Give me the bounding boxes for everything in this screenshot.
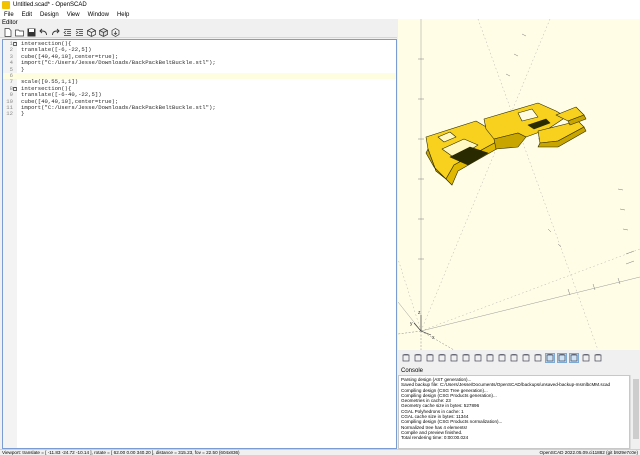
console-scrollbar-thumb[interactable] (633, 379, 639, 439)
console-scrollbar[interactable] (630, 375, 640, 449)
title-bar: Untitled.scad* - OpenSCAD (0, 0, 640, 10)
view-reset-icon[interactable] (413, 353, 423, 363)
axis-label-z: z (418, 310, 421, 316)
show-scale-icon[interactable] (581, 353, 591, 363)
menu-design[interactable]: Design (40, 12, 59, 18)
render-icon[interactable] (99, 27, 108, 37)
openscad-app-icon (2, 1, 10, 9)
console-line: Saved backup file: C:/Users/Jesse/Docume… (401, 382, 611, 388)
code-line[interactable]: 12} (3, 110, 396, 118)
fold-marker-icon[interactable]: − (13, 86, 17, 91)
view-back-icon[interactable] (533, 353, 543, 363)
redo-icon[interactable] (51, 28, 60, 37)
menu-view[interactable]: View (67, 12, 80, 18)
line-number: 12 (6, 110, 13, 118)
menu-bar: File Edit Design View Window Help (0, 10, 640, 19)
editor-toolbar (0, 27, 397, 38)
axis-label-y: y (410, 321, 413, 327)
orthogonal-icon[interactable] (557, 353, 567, 363)
rotate-icon[interactable] (449, 353, 459, 363)
viewport-status: Viewport: translate = [ -11.83 -24.72 -1… (2, 450, 240, 455)
axis-label-x: x (432, 335, 435, 341)
view-left-icon[interactable] (509, 353, 519, 363)
open-file-icon[interactable] (15, 28, 24, 37)
new-file-icon[interactable] (3, 27, 12, 37)
show-axes-icon[interactable] (569, 353, 579, 363)
code-text: } (21, 110, 25, 118)
window-title: Untitled.scad* - OpenSCAD (13, 2, 87, 8)
view-bottom-icon[interactable] (497, 353, 507, 363)
reset-view-icon[interactable] (461, 353, 471, 363)
zoom-out-icon[interactable] (437, 353, 447, 363)
unindent-icon[interactable] (63, 28, 72, 37)
viewport-canvas[interactable]: z y x (398, 19, 640, 350)
perspective-icon[interactable] (545, 353, 555, 363)
menu-edit[interactable]: Edit (22, 12, 32, 18)
save-icon[interactable] (27, 28, 36, 37)
status-bar: Viewport: translate = [ -11.83 -24.72 -1… (0, 449, 640, 455)
zoom-in-icon[interactable] (425, 353, 435, 363)
undo-icon[interactable] (39, 28, 48, 37)
editor-panel-title: Editor (2, 20, 18, 26)
view-top-icon[interactable] (485, 353, 495, 363)
menu-window[interactable]: Window (88, 12, 109, 18)
viewport-toolbar (398, 350, 640, 366)
console-title: Console (401, 368, 424, 374)
3d-viewport[interactable]: z y x (398, 19, 640, 350)
export-stl-icon[interactable] (111, 27, 120, 37)
view-right-icon[interactable] (473, 353, 483, 363)
menu-file[interactable]: File (4, 12, 14, 18)
indent-icon[interactable] (75, 28, 84, 37)
show-edges-icon[interactable] (593, 353, 603, 363)
view-all-icon[interactable] (401, 353, 411, 363)
preview-icon[interactable] (87, 27, 96, 37)
console-line: Total rendering time: 0:00:00.024 (401, 435, 469, 441)
code-editor[interactable]: 1− intersection(){2 translate([-6,-22,5]) 3… (2, 39, 397, 449)
fold-marker-icon[interactable]: − (13, 42, 17, 46)
version-status: OpenSCAD 2022.05.09.ci11882 (git b929e7c… (539, 450, 639, 455)
view-front-icon[interactable] (521, 353, 531, 363)
console-output[interactable]: Parsing design (AST generation)... Saved … (398, 375, 630, 449)
editor-panel: Editor 1− intersection(){2 translate([-… (0, 19, 397, 449)
menu-help[interactable]: Help (117, 12, 129, 18)
